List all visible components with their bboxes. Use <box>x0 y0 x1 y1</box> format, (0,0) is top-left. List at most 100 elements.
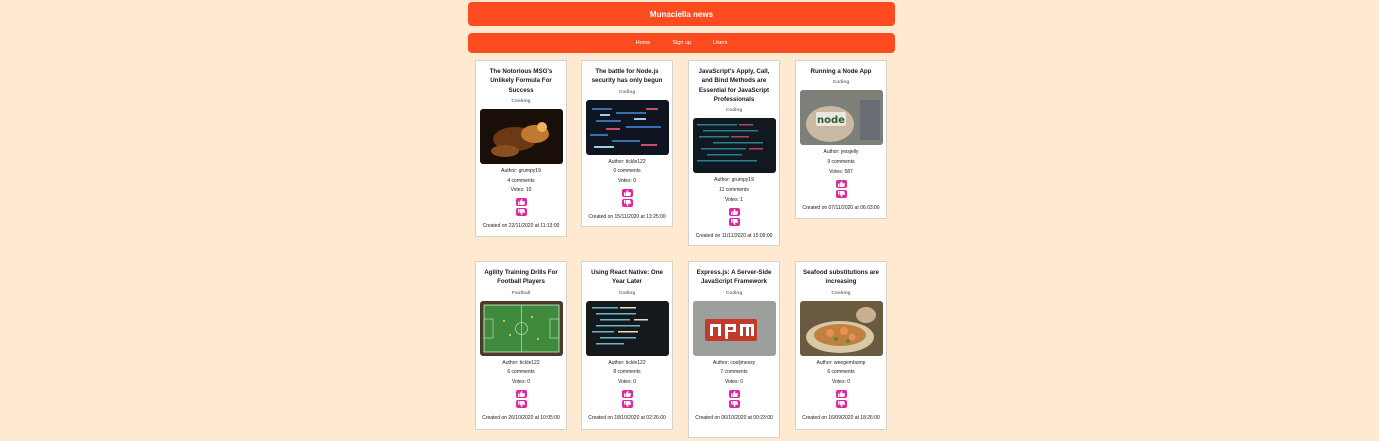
downvote-button[interactable] <box>621 198 633 207</box>
article-topic: Cooking <box>511 98 531 104</box>
article-image <box>479 108 563 164</box>
article-votes: Votes: 1 <box>724 196 744 203</box>
thumbs-down-icon <box>517 400 525 407</box>
article-card: Running a Node App Coding node Author: j… <box>795 60 887 219</box>
article-comments[interactable]: 4 comments <box>507 177 534 187</box>
thumbs-up-icon <box>517 199 525 206</box>
article-topic: Coding <box>725 290 743 296</box>
article-votes: Votes: 0 <box>831 379 851 386</box>
upvote-button[interactable] <box>835 389 847 398</box>
thumbs-down-icon <box>730 400 738 407</box>
article-author: Author: tickle122 <box>608 158 646 165</box>
downvote-button[interactable] <box>728 399 740 408</box>
nav-home-link[interactable]: Home <box>636 40 651 46</box>
thumbs-down-icon <box>837 400 845 407</box>
downvote-button[interactable] <box>621 399 633 408</box>
article-author: Author: weegembump <box>816 359 866 366</box>
thumbs-up-icon <box>730 390 738 397</box>
article-title[interactable]: The Notorious MSG's Unlikely Formula For… <box>476 61 566 95</box>
article-votes: Votes: 0 <box>617 379 637 386</box>
downvote-button[interactable] <box>835 189 847 198</box>
article-topic: Coding <box>618 89 636 95</box>
upvote-button[interactable] <box>728 207 740 216</box>
article-card: Agility Training Drills For Football Pla… <box>475 261 567 430</box>
article-author: Author: grumpy19 <box>714 177 754 184</box>
article-image: node <box>799 90 883 146</box>
article-topic: Coding <box>832 80 850 86</box>
article-image <box>479 300 563 356</box>
downvote-button[interactable] <box>515 208 527 217</box>
downvote-button[interactable] <box>515 399 527 408</box>
thumbs-down-icon <box>623 199 631 206</box>
downvote-button[interactable] <box>728 217 740 226</box>
article-card: Using React Native: One Year Later Codin… <box>581 261 673 430</box>
upvote-button[interactable] <box>515 198 527 207</box>
article-image <box>585 300 669 356</box>
nav-users-link[interactable]: Users <box>713 40 727 46</box>
thumbs-down-icon <box>517 209 525 216</box>
nav-signup-link[interactable]: Sign up <box>672 40 691 46</box>
article-title[interactable]: Agility Training Drills For Football Pla… <box>476 262 566 287</box>
article-comments[interactable]: 6 comments <box>827 368 854 378</box>
article-created: Created on 11/11/2020 at 15:09:00 <box>695 232 773 239</box>
article-title[interactable]: The battle for Node.js security has only… <box>582 61 672 86</box>
site-title: Munaciella news <box>649 9 714 19</box>
node-logo-text: node <box>817 115 845 126</box>
thumbs-up-icon <box>837 180 845 187</box>
article-topic: Coding <box>618 290 636 296</box>
thumbs-up-icon <box>517 390 525 397</box>
thumbs-down-icon <box>730 218 738 225</box>
article-title[interactable]: Seafood substitutions are increasing <box>796 262 886 287</box>
article-author: Author: cooljmessy <box>712 359 756 366</box>
article-comments[interactable]: 9 comments <box>827 158 854 168</box>
article-title[interactable]: JavaScript's Apply, Call, and Bind Metho… <box>689 61 779 104</box>
thumbs-up-icon <box>623 390 631 397</box>
article-created: Created on 07/11/2020 at 06:03:00 <box>802 204 880 211</box>
article-card: JavaScript's Apply, Call, and Bind Metho… <box>688 60 780 246</box>
article-image <box>799 300 883 356</box>
article-comments[interactable]: 11 comments <box>719 186 749 196</box>
article-created: Created on 16/09/2020 at 18:26:00 <box>802 414 880 421</box>
downvote-button[interactable] <box>835 399 847 408</box>
article-image <box>585 99 669 155</box>
article-created: Created on 15/11/2020 at 13:25:00 <box>588 213 666 220</box>
article-author: Author: jessjelly <box>823 149 859 156</box>
article-comments[interactable]: 6 comments <box>507 368 534 378</box>
article-created: Created on 22/11/2020 at 11:13:00 <box>482 223 560 230</box>
article-card: The battle for Node.js security has only… <box>581 60 673 227</box>
article-votes: Votes: 10 <box>510 187 532 194</box>
article-comments[interactable]: 8 comments <box>613 368 640 378</box>
upvote-button[interactable] <box>621 188 633 197</box>
article-created: Created on 26/10/2020 at 10:05:00 <box>482 414 560 421</box>
thumbs-up-icon <box>837 390 845 397</box>
article-topic: Football <box>511 290 531 296</box>
article-title[interactable]: Express.js: A Server-Side JavaScript Fra… <box>689 262 779 287</box>
article-votes: Votes: 587 <box>829 168 853 175</box>
thumbs-down-icon <box>623 400 631 407</box>
article-votes: Votes: 0 <box>511 379 531 386</box>
upvote-button[interactable] <box>728 389 740 398</box>
article-author: Author: grumpy19 <box>501 167 541 174</box>
upvote-button[interactable] <box>621 389 633 398</box>
article-topic: Coding <box>725 108 743 114</box>
thumbs-up-icon <box>730 208 738 215</box>
article-title[interactable]: Using React Native: One Year Later <box>582 262 672 287</box>
thumbs-up-icon <box>623 189 631 196</box>
upvote-button[interactable] <box>515 389 527 398</box>
article-title[interactable]: Running a Node App <box>806 61 877 76</box>
article-comments[interactable]: 7 comments <box>720 368 747 378</box>
article-topic: Cooking <box>831 290 851 296</box>
upvote-button[interactable] <box>835 179 847 188</box>
nav-bar: Home Sign up Users <box>468 33 895 53</box>
article-card: Express.js: A Server-Side JavaScript Fra… <box>688 261 780 438</box>
article-author: Author: tickle122 <box>502 359 540 366</box>
article-votes: Votes: 0 <box>617 178 637 185</box>
site-header: Munaciella news <box>468 2 895 26</box>
article-image <box>692 300 776 356</box>
article-created: Created on 18/10/2020 at 02:26:00 <box>588 414 666 421</box>
article-card: Seafood substitutions are increasing Coo… <box>795 261 887 430</box>
article-votes: Votes: 0 <box>724 379 744 386</box>
thumbs-down-icon <box>837 190 845 197</box>
article-comments[interactable]: 0 comments <box>613 167 640 177</box>
article-card: The Notorious MSG's Unlikely Formula For… <box>475 60 567 237</box>
